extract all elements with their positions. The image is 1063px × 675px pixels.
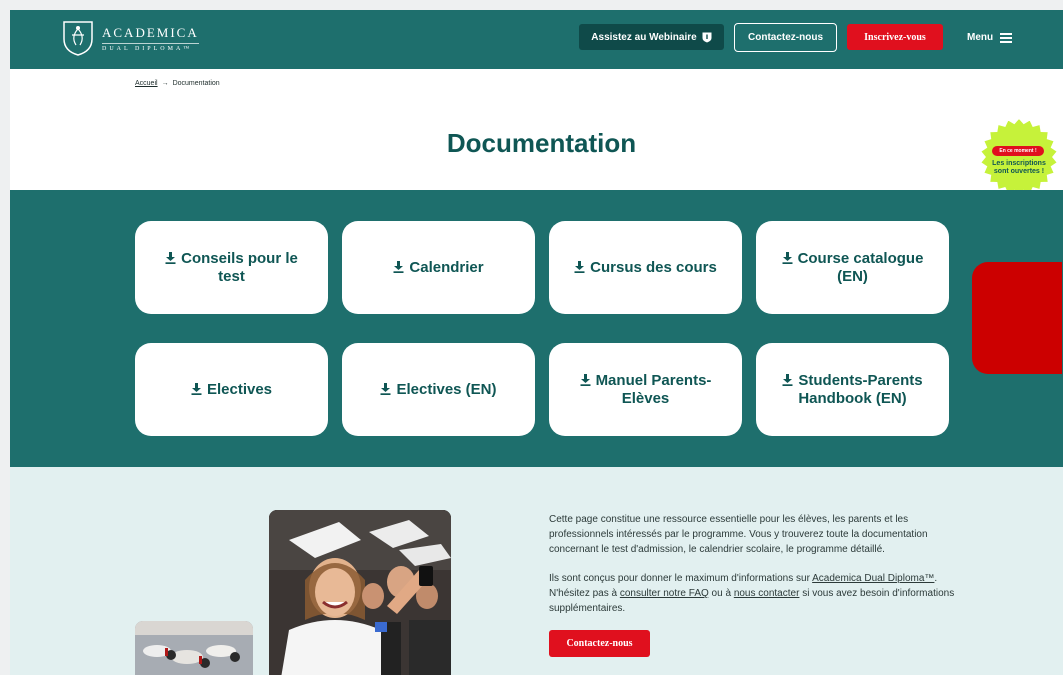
badge-pill: En ce moment !	[992, 146, 1044, 156]
doc-card-label: Course catalogue (EN)	[797, 249, 924, 285]
webinar-button[interactable]: Assistez au Webinaire	[579, 24, 724, 50]
side-red-tab[interactable]	[972, 262, 1062, 374]
download-icon	[165, 251, 176, 264]
doc-card-label: Cursus des cours	[590, 258, 717, 276]
menu-toggle[interactable]: Menu	[967, 32, 1013, 43]
contact-button[interactable]: Contactez-nous	[734, 23, 837, 52]
breadcrumb-home-link[interactable]: Accueil	[135, 80, 158, 87]
doc-card-label: Students-Parents Handbook (EN)	[798, 371, 923, 407]
brand-subtitle: DUAL DIPLOMA™	[102, 42, 199, 52]
doc-card-calendrier[interactable]: Calendrier	[342, 221, 535, 314]
download-icon	[574, 260, 585, 273]
doc-card-label: Electives	[206, 380, 273, 398]
contact-link[interactable]: nous contacter	[734, 588, 800, 599]
doc-card-electives-en[interactable]: Electives (EN)	[342, 343, 535, 436]
diplomas-photo	[135, 621, 253, 675]
intro-text-part: Ils sont conçus pour donner le maximum d…	[549, 573, 813, 584]
faq-link[interactable]: consulter notre FAQ	[620, 588, 709, 599]
hamburger-icon	[1000, 32, 1013, 43]
site-header: ACADEMICA DUAL DIPLOMA™ Assistez au Webi…	[10, 10, 1063, 69]
doc-card-label: Calendrier	[409, 258, 484, 276]
shield-icon	[702, 32, 712, 42]
contact-cta-button[interactable]: Contactez-nous	[549, 630, 650, 657]
doc-card-electives[interactable]: Electives	[135, 343, 328, 436]
menu-label: Menu	[967, 32, 994, 43]
breadcrumb-current: Documentation	[172, 80, 220, 87]
badge-text: Les inscriptions sont ouvertes !	[992, 160, 1046, 175]
intro-paragraph-2: Ils sont conçus pour donner le maximum d…	[549, 571, 959, 616]
download-icon	[782, 251, 793, 264]
download-icon	[580, 373, 591, 386]
brand-logo[interactable]: ACADEMICA DUAL DIPLOMA™	[62, 19, 199, 57]
download-icon	[191, 382, 202, 395]
doc-card-label: Manuel Parents-Elèves	[595, 371, 712, 407]
intro-paragraph-1: Cette page constitue une ressource essen…	[549, 514, 928, 555]
download-icon	[380, 382, 391, 395]
page: ACADEMICA DUAL DIPLOMA™ Assistez au Webi…	[10, 10, 1063, 675]
shield-logo-icon	[63, 21, 93, 56]
intro-text: Cette page constitue une ressource essen…	[549, 512, 959, 616]
intro-text-part: ou à	[708, 588, 734, 599]
doc-card-label: Conseils pour le test	[181, 249, 298, 285]
doc-card-cursus[interactable]: Cursus des cours	[549, 221, 742, 314]
brand-name: ACADEMICA	[102, 24, 199, 40]
documents-section: Conseils pour le test Calendrier Cursus …	[10, 190, 1063, 467]
page-title: Documentation	[446, 128, 637, 158]
doc-card-handbook-en[interactable]: Students-Parents Handbook (EN)	[756, 343, 949, 436]
doc-card-manuel[interactable]: Manuel Parents-Elèves	[549, 343, 742, 436]
academica-link[interactable]: Academica Dual Diploma™	[812, 573, 934, 584]
download-icon	[393, 260, 404, 273]
starburst-shape	[979, 116, 1059, 198]
graduates-selfie-photo	[269, 510, 451, 675]
download-icon	[782, 373, 793, 386]
signup-button[interactable]: Inscrivez-vous	[847, 24, 943, 50]
intro-section: Cette page constitue une ressource essen…	[10, 467, 1063, 675]
breadcrumb: Accueil → Documentation	[135, 80, 220, 87]
doc-card-label: Electives (EN)	[396, 380, 497, 398]
webinar-label: Assistez au Webinaire	[591, 31, 697, 43]
breadcrumb-separator: →	[161, 80, 169, 87]
doc-card-conseils[interactable]: Conseils pour le test	[135, 221, 328, 314]
doc-card-course-catalogue[interactable]: Course catalogue (EN)	[756, 221, 949, 314]
registration-open-badge[interactable]: En ce moment ! Les inscriptions sont ouv…	[978, 116, 1060, 198]
